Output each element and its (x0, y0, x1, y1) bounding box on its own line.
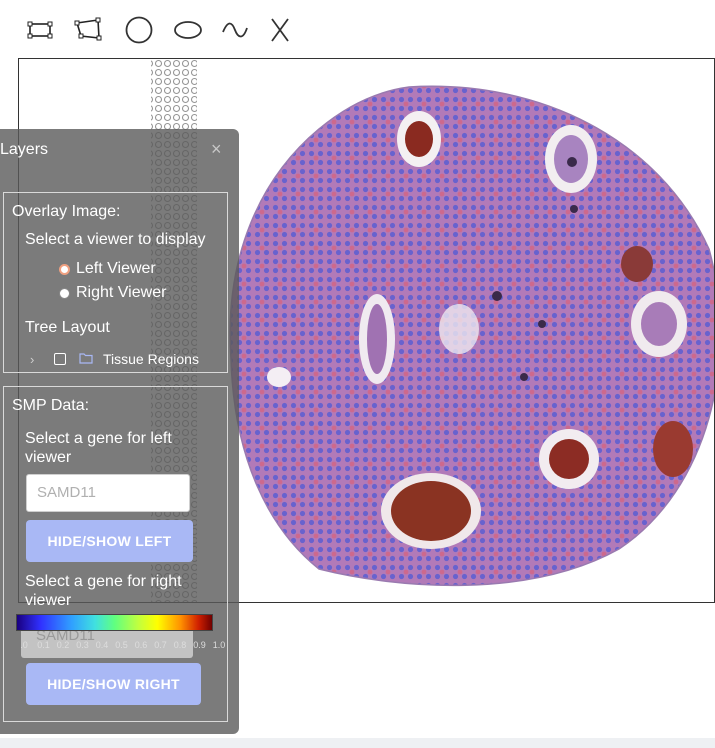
viewer-prompt: Select a viewer to display (25, 231, 206, 248)
left-gene-input[interactable]: SAMD11 (26, 474, 190, 512)
expression-colorbar (16, 614, 213, 631)
left-gene-prompt-line1: Select a gene for left (25, 430, 172, 447)
colorbar-ticks: .0 0.1 0.2 0.3 0.4 0.5 0.6 0.7 0.8 0.9 1.0 (16, 640, 226, 652)
colorbar-tick-label: 0.7 (154, 640, 167, 650)
folder-icon (79, 351, 93, 367)
hide-show-left-button[interactable]: HIDE/SHOW LEFT (26, 520, 193, 562)
colorbar-tick-label: 0.8 (173, 640, 187, 650)
colorbar-tick-label: 0.3 (76, 640, 89, 650)
colorbar-tick-label: 0.4 (95, 640, 109, 650)
radio-right-viewer[interactable]: Right Viewer (59, 284, 166, 302)
overlay-section: Overlay Image: Select a viewer to displa… (3, 192, 228, 373)
ellipse-select-icon[interactable] (172, 14, 204, 46)
tree-node-label: Tissue Regions (103, 351, 199, 367)
panel-title: Layers (0, 141, 49, 158)
hide-show-right-button[interactable]: HIDE/SHOW RIGHT (26, 663, 201, 705)
colorbar-tick-label: 0.2 (56, 640, 70, 650)
layers-panel: Layers × Overlay Image: Select a viewer … (0, 129, 239, 734)
colorbar-tick-label: 0.1 (37, 640, 50, 650)
chevron-right-icon[interactable]: › (30, 352, 42, 367)
rectangle-select-icon[interactable] (24, 14, 56, 46)
bottom-strip (0, 738, 715, 748)
colorbar-tick-label: 0.9 (193, 640, 206, 650)
freehand-select-icon[interactable] (219, 14, 251, 46)
selection-toolbar (0, 0, 715, 58)
colorbar-tick-label: 0.5 (115, 640, 128, 650)
close-icon[interactable]: × (211, 140, 222, 158)
tree-heading: Tree Layout (25, 319, 110, 336)
colorbar-tick-label: 0.6 (134, 640, 148, 650)
radio-unselected-icon[interactable] (59, 287, 70, 299)
polygon-select-icon[interactable] (72, 14, 104, 46)
radio-selected-icon[interactable] (59, 263, 70, 275)
radio-left-label: Left Viewer (76, 260, 156, 277)
overlay-heading: Overlay Image: (12, 203, 121, 220)
left-gene-prompt-line2: viewer (25, 449, 72, 466)
tree-checkbox[interactable] (54, 353, 66, 365)
smp-heading: SMP Data: (12, 397, 90, 414)
colorbar-tick-label: 1.0 (212, 640, 226, 650)
radio-left-viewer[interactable]: Left Viewer (59, 260, 156, 278)
radio-right-label: Right Viewer (76, 284, 167, 301)
circle-select-icon[interactable] (123, 14, 155, 46)
colorbar-tick-label: .0 (20, 640, 28, 650)
tree-node-tissue-regions[interactable]: › Tissue Regions (30, 351, 199, 367)
smp-section: SMP Data: Select a gene for left viewer … (3, 386, 228, 722)
right-gene-prompt-line1: Select a gene for right (25, 573, 182, 590)
clear-selection-icon[interactable] (264, 14, 296, 46)
right-gene-prompt-line2: viewer (25, 592, 72, 609)
